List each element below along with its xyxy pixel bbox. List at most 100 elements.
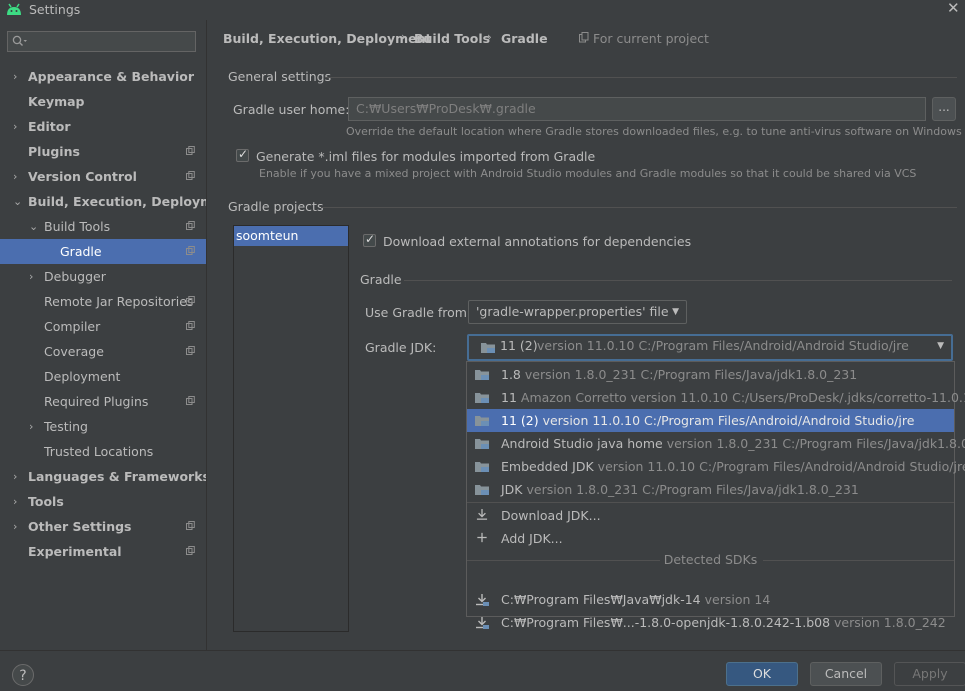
jdk-option-name: 1.8 (501, 367, 521, 382)
jdk-dropdown-popup: 1.8 version 1.8.0_231 C:/Program Files/J… (466, 361, 965, 630)
chevron-right-icon[interactable]: › (13, 464, 23, 489)
dialog-footer: ? OK Cancel Apply (0, 650, 965, 691)
jdk-option-name: Embedded JDK (501, 459, 594, 474)
sidebar-item-label: Gradle (60, 244, 102, 259)
sidebar-item-label: Keymap (28, 94, 85, 109)
sidebar-item-label: Deployment (44, 369, 121, 384)
download-annotations-checkbox[interactable]: ✓ (363, 232, 376, 247)
jdk-option[interactable]: Android Studio java home version 1.8.0_2… (467, 432, 965, 455)
sidebar-item-label: Compiler (44, 319, 101, 334)
generate-iml-label: Generate *.iml files for modules importe… (256, 149, 596, 164)
sidebar-item-remote-jar-repositories[interactable]: Remote Jar Repositories (0, 289, 206, 314)
popup-separator (467, 502, 954, 503)
sidebar-item-label: Coverage (44, 344, 104, 359)
sidebar-item-deployment[interactable]: Deployment (0, 364, 206, 389)
sidebar-item-other-settings[interactable]: › Other Settings (0, 514, 206, 539)
download-jdk-item[interactable]: Download JDK... (467, 504, 954, 527)
chevron-right-icon[interactable]: › (13, 164, 23, 189)
browse-button[interactable]: ... (932, 97, 956, 121)
sidebar-item-compiler[interactable]: Compiler (0, 314, 206, 339)
gradle-subtitle: Gradle (360, 272, 402, 287)
android-studio-logo-icon (7, 3, 21, 15)
breadcrumb-gradle: Gradle (501, 31, 548, 46)
apply-button[interactable]: Apply (894, 662, 965, 686)
jdk-option-detail: Amazon Corretto version 11.0.10 C:/Users… (520, 390, 965, 405)
sidebar-item-debugger[interactable]: › Debugger (0, 264, 206, 289)
generate-iml-checkbox[interactable]: ✓ (236, 147, 249, 162)
project-item-soomteun[interactable]: soomteun (234, 226, 348, 246)
detected-sdk-item[interactable]: C:₩Program Files₩Java₩jdk-14 version 14 (467, 588, 954, 611)
ok-button[interactable]: OK (726, 662, 798, 686)
jdk-option-text: JDK version 1.8.0_231 C:/Program Files/J… (501, 478, 859, 501)
close-icon[interactable]: ✕ (947, 0, 960, 17)
sidebar-item-keymap[interactable]: Keymap (0, 89, 206, 114)
chevron-down-icon[interactable]: ⌄ (29, 214, 39, 239)
sidebar-item-testing[interactable]: › Testing (0, 414, 206, 439)
sidebar-item-required-plugins[interactable]: Required Plugins (0, 389, 206, 414)
jdk-option-detail: version 11.0.10 C:/Program Files/Android… (542, 413, 915, 428)
project-scope-icon (186, 221, 195, 230)
chevron-right-icon[interactable]: › (13, 489, 23, 514)
sidebar-item-label: Editor (28, 119, 71, 134)
jdk-folder-icon (475, 462, 489, 472)
gradle-jdk-select[interactable]: 11 (2) version 11.0.10 C:/Program Files/… (467, 334, 953, 361)
jdk-option-text: 11 (2) version 11.0.10 C:/Program Files/… (501, 409, 914, 432)
sidebar-item-appearance-behavior[interactable]: › Appearance & Behavior (0, 64, 206, 89)
sidebar-item-label: Tools (28, 494, 64, 509)
sidebar-item-tools[interactable]: › Tools (0, 489, 206, 514)
sidebar-item-build-tools[interactable]: ⌄ Build Tools (0, 214, 206, 239)
sidebar-item-label: Appearance & Behavior (28, 69, 194, 84)
general-settings-title: General settings (228, 69, 332, 84)
sidebar-item-coverage[interactable]: Coverage (0, 339, 206, 364)
add-jdk-item[interactable]: Add JDK... (467, 527, 954, 550)
dropdown-arrow-icon: ▼ (672, 307, 679, 317)
checkmark-icon: ✓ (238, 147, 249, 161)
sidebar-item-editor[interactable]: › Editor (0, 114, 206, 139)
chevron-right-icon[interactable]: › (13, 514, 23, 539)
sidebar-item-gradle[interactable]: Gradle (0, 239, 206, 264)
detected-sdk-name: C:₩Program Files₩...-1.8.0-openjdk-1.8.0… (501, 615, 831, 630)
sidebar-item-label: Languages & Frameworks (28, 469, 210, 484)
download-icon (476, 509, 488, 520)
sidebar-item-languages-frameworks[interactable]: › Languages & Frameworks (0, 464, 210, 489)
jdk-option-detail: version 11.0.10 C:/Program Files/Android… (597, 459, 965, 474)
jdk-option[interactable]: 11 (2) version 11.0.10 C:/Program Files/… (467, 409, 954, 432)
jdk-option[interactable]: 11 Amazon Corretto version 11.0.10 C:/Us… (467, 386, 965, 409)
project-scope-icon (186, 346, 195, 355)
sidebar-item-experimental[interactable]: Experimental (0, 539, 206, 564)
sidebar-item-label: Debugger (44, 269, 106, 284)
chevron-right-icon[interactable]: › (13, 64, 23, 89)
detected-sdk-item[interactable]: C:₩Program Files₩...-1.8.0-openjdk-1.8.0… (467, 611, 954, 634)
gradle-projects-title: Gradle projects (228, 199, 324, 214)
gradle-user-home-field[interactable]: C:₩Users₩ProDesk₩.gradle (348, 97, 926, 121)
sidebar-item-version-control[interactable]: › Version Control (0, 164, 206, 189)
detected-sdk-name: C:₩Program Files₩Java₩jdk-14 (501, 592, 701, 607)
use-gradle-from-select[interactable]: 'gradle-wrapper.properties' file ▼ (468, 300, 687, 324)
chevron-right-icon[interactable]: › (29, 414, 39, 439)
section-divider (404, 280, 952, 281)
gradle-projects-list: soomteun (233, 225, 349, 632)
sidebar-item-trusted-locations[interactable]: Trusted Locations (0, 439, 206, 464)
section-divider (325, 77, 957, 78)
generate-iml-hint: Enable if you have a mixed project with … (259, 167, 917, 180)
chevron-right-icon[interactable]: › (29, 264, 39, 289)
cancel-button[interactable]: Cancel (810, 662, 882, 686)
breadcrumb-build-tools[interactable]: Build Tools (414, 31, 490, 46)
jdk-option[interactable]: JDK version 1.8.0_231 C:/Program Files/J… (467, 478, 954, 501)
sidebar-item-label: Testing (44, 419, 88, 434)
sidebar-item-build-execution-deployment[interactable]: ⌄ Build, Execution, Deployment (0, 189, 236, 214)
jdk-option-name: 11 (501, 390, 517, 405)
project-scope-icon (186, 546, 195, 555)
search-input[interactable] (7, 31, 196, 52)
sidebar-item-label: Remote Jar Repositories (44, 294, 194, 309)
jdk-option[interactable]: 1.8 version 1.8.0_231 C:/Program Files/J… (467, 363, 954, 386)
window-title: Settings (29, 2, 81, 17)
jdk-option[interactable]: Embedded JDK version 11.0.10 C:/Program … (467, 455, 965, 478)
chevron-right-icon[interactable]: › (13, 114, 23, 139)
jdk-option-detail: version 1.8.0_231 C:/Program Files/Java/… (666, 436, 965, 451)
jdk-folder-icon (475, 416, 489, 426)
chevron-down-icon[interactable]: ⌄ (13, 189, 23, 214)
sidebar-item-plugins[interactable]: Plugins (0, 139, 206, 164)
help-button[interactable]: ? (12, 664, 34, 686)
jdk-option-text: Android Studio java home version 1.8.0_2… (501, 432, 965, 455)
